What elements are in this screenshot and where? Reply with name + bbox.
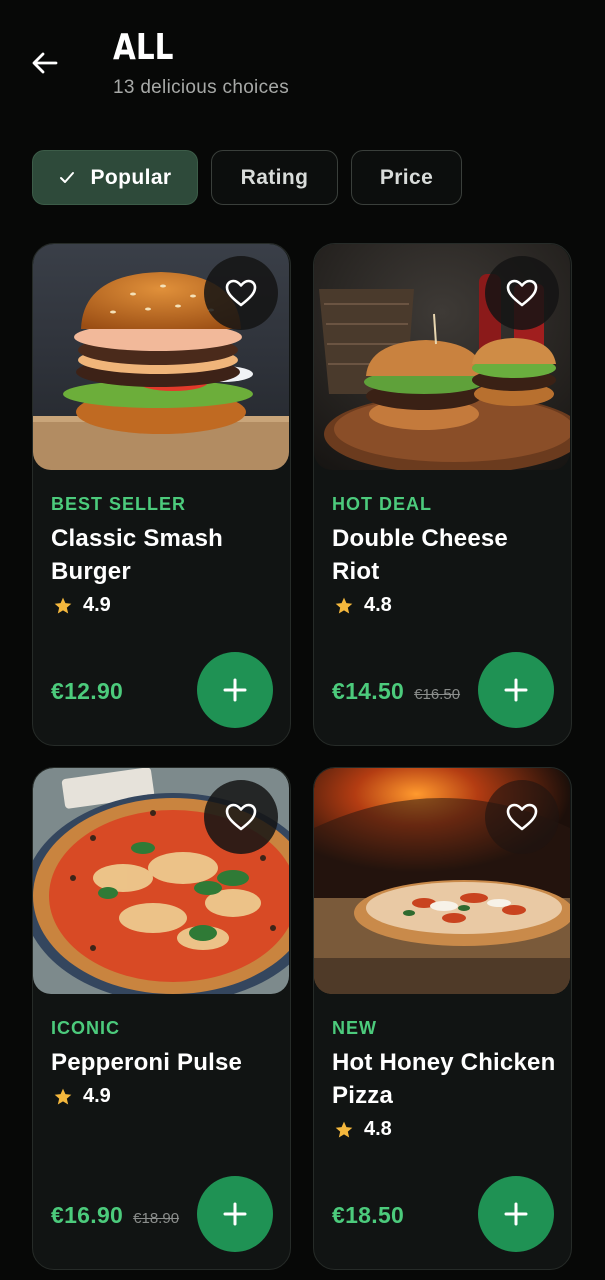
- product-rating: 4.9: [53, 1085, 111, 1108]
- filter-chip-popular[interactable]: Popular: [32, 150, 198, 205]
- price-current: €14.50: [332, 678, 405, 704]
- favorite-button[interactable]: [485, 780, 559, 854]
- add-to-cart-button[interactable]: [478, 1176, 554, 1252]
- price-original: €16.50: [414, 686, 461, 703]
- product-card[interactable]: ICONIC Pepperoni Pulse 4.9 €16.90 €18.90: [32, 767, 291, 1270]
- filter-chip-label: Rating: [240, 165, 309, 189]
- plus-icon: [504, 1202, 528, 1226]
- add-to-cart-button[interactable]: [478, 652, 554, 728]
- product-card[interactable]: NEW Hot Honey Chicken Pizza 4.8 €18.50: [313, 767, 572, 1270]
- star-icon: [54, 597, 72, 613]
- check-icon: [59, 171, 75, 185]
- product-rating: 4.8: [334, 1118, 392, 1141]
- favorite-button[interactable]: [204, 780, 278, 854]
- back-button[interactable]: [26, 44, 64, 82]
- price-current: €16.90: [51, 1202, 124, 1228]
- price-current: €18.50: [332, 1202, 405, 1228]
- rating-value: 4.8: [364, 594, 392, 616]
- heart-outline-icon: [506, 803, 538, 831]
- product-name: Pepperoni Pulse: [51, 1049, 243, 1076]
- star-icon: [335, 1121, 353, 1137]
- add-to-cart-button[interactable]: [197, 1176, 273, 1252]
- product-card[interactable]: HOT DEAL Double Cheese Riot 4.8 €14.50 €…: [313, 243, 572, 746]
- rating-value: 4.9: [83, 1085, 111, 1107]
- price-current: €12.90: [51, 678, 124, 704]
- page-title: ALL: [113, 27, 174, 68]
- product-badge: BEST SELLER: [51, 494, 187, 514]
- product-name: Double Cheese Riot: [332, 525, 508, 585]
- rating-value: 4.9: [83, 594, 111, 616]
- favorite-button[interactable]: [485, 256, 559, 330]
- filter-chip-label: Price: [379, 165, 434, 189]
- favorite-button[interactable]: [204, 256, 278, 330]
- star-icon: [335, 597, 353, 613]
- filter-chip-price[interactable]: Price: [351, 150, 462, 205]
- product-badge: NEW: [332, 1018, 377, 1038]
- product-card[interactable]: BEST SELLER Classic Smash Burger 4.9 €12…: [32, 243, 291, 746]
- product-rating: 4.9: [53, 594, 111, 617]
- filter-chip-rating[interactable]: Rating: [211, 150, 338, 205]
- product-price: €14.50 €16.50: [332, 678, 460, 705]
- add-to-cart-button[interactable]: [197, 652, 273, 728]
- plus-icon: [223, 1202, 247, 1226]
- app-header: ALL 13 delicious choices: [0, 0, 605, 130]
- filter-chips: Popular Rating Price: [32, 150, 462, 205]
- plus-icon: [223, 678, 247, 702]
- plus-icon: [504, 678, 528, 702]
- product-name: Hot Honey Chicken Pizza: [332, 1049, 556, 1109]
- price-original: €18.90: [133, 1210, 180, 1227]
- page-subtitle: 13 delicious choices: [113, 77, 290, 98]
- rating-value: 4.8: [364, 1118, 392, 1140]
- product-badge: HOT DEAL: [332, 494, 432, 514]
- product-price: €12.90: [51, 678, 123, 705]
- product-price: €16.90 €18.90: [51, 1202, 179, 1229]
- product-rating: 4.8: [334, 594, 392, 617]
- product-name: Classic Smash Burger: [51, 525, 224, 585]
- heart-outline-icon: [506, 279, 538, 307]
- filter-chip-label: Popular: [90, 165, 172, 189]
- star-icon: [54, 1088, 72, 1104]
- product-price: €18.50: [332, 1202, 404, 1229]
- heart-outline-icon: [225, 803, 257, 831]
- product-badge: ICONIC: [51, 1018, 120, 1038]
- heart-outline-icon: [225, 279, 257, 307]
- arrow-left-icon: [32, 52, 58, 74]
